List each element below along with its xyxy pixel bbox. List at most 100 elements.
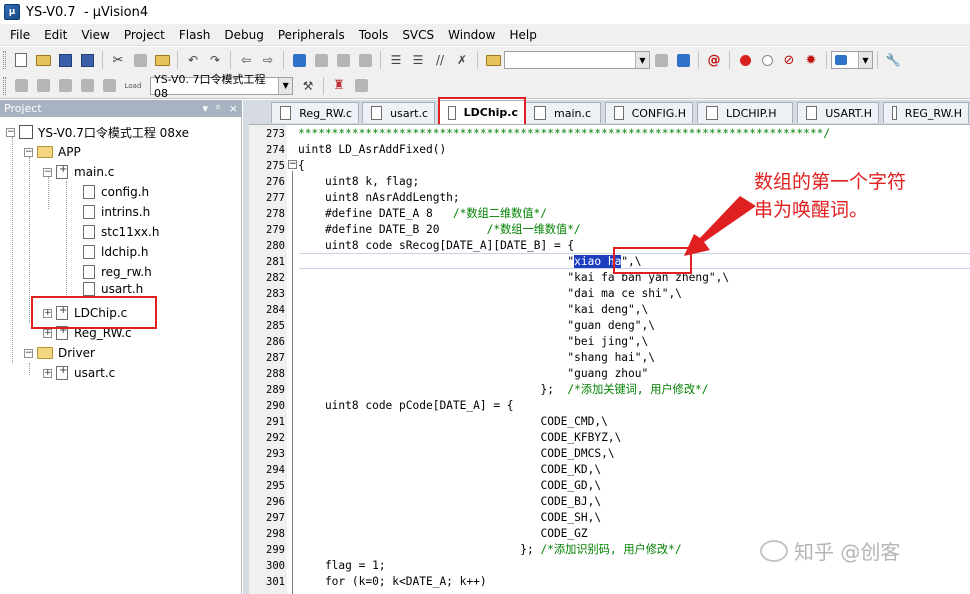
uncomment-button[interactable]: ✗ (453, 51, 471, 69)
tree-file-usart-c[interactable]: + usart.c (43, 363, 115, 383)
bookmark-prev-button[interactable] (312, 51, 330, 69)
collapse-icon[interactable]: − (6, 127, 15, 137)
pane-menu-icon[interactable]: ▾ (203, 102, 209, 115)
fold-collapse-icon[interactable]: − (288, 160, 297, 169)
code-line[interactable]: uint8 nAsrAddLength; (298, 190, 460, 206)
menu-tools[interactable]: Tools (353, 25, 397, 45)
toolbar-grip[interactable] (3, 76, 6, 95)
translate-button[interactable] (12, 77, 30, 95)
menu-window[interactable]: Window (442, 25, 503, 45)
start-debug-button[interactable]: @ (705, 51, 723, 69)
tree-file-reg-rw-h[interactable]: reg_rw.h (83, 262, 152, 282)
code-line[interactable]: CODE_SH,\ (298, 510, 601, 526)
code-line[interactable]: CODE_GD,\ (298, 478, 601, 494)
tree-file-usart-h[interactable]: usart.h (83, 282, 143, 296)
bookmark-next-button[interactable] (334, 51, 352, 69)
collapse-icon[interactable]: − (43, 167, 52, 177)
window-layout-combo[interactable]: ▼ (831, 51, 873, 69)
tree-group-driver[interactable]: − Driver (24, 343, 95, 363)
chevron-down-icon[interactable]: ▼ (635, 52, 649, 68)
code-line[interactable]: for (k=0; k<DATE_A; k++) (298, 574, 487, 590)
unindent-button[interactable]: ☰ (409, 51, 427, 69)
tree-file-intrins-h[interactable]: intrins.h (83, 202, 150, 222)
file-extensions-button[interactable] (352, 77, 370, 95)
pane-pin-icon[interactable]: ᵖ (216, 102, 221, 115)
code-line[interactable]: CODE_BJ,\ (298, 494, 601, 510)
menu-edit[interactable]: Edit (38, 25, 75, 45)
code-line[interactable]: "xiao ha",\ (298, 254, 642, 270)
code-line[interactable]: CODE_KFBYZ,\ (298, 430, 621, 446)
comment-button[interactable]: // (431, 51, 449, 69)
target-select[interactable]: YS-V0. 7口令模式工程 08 ▼ (150, 73, 293, 100)
save-all-button[interactable] (78, 51, 96, 69)
find-combo[interactable]: ▼ (504, 51, 650, 69)
pane-close-icon[interactable]: × (229, 102, 238, 115)
code-line[interactable]: uint8 k, flag; (298, 174, 419, 190)
tree-project-root[interactable]: − YS-V0.7口令模式工程 08xe (6, 122, 189, 142)
code-line[interactable]: "shang hai",\ (298, 350, 655, 366)
code-line[interactable]: CODE_KD,\ (298, 462, 601, 478)
menu-help[interactable]: Help (503, 25, 544, 45)
menu-project[interactable]: Project (118, 25, 173, 45)
code-line[interactable]: uint8 code sRecog[DATE_A][DATE_B] = { (298, 238, 574, 254)
nav-back-button[interactable]: ⇦ (237, 51, 255, 69)
paste-button[interactable] (153, 51, 171, 69)
tab-reg-rw-h[interactable]: REG_RW.H (883, 102, 969, 123)
redo-button[interactable]: ↷ (206, 51, 224, 69)
cut-button[interactable]: ✂ (109, 51, 127, 69)
rebuild-button[interactable] (56, 77, 74, 95)
menu-file[interactable]: File (4, 25, 38, 45)
expand-icon[interactable]: + (43, 368, 52, 378)
enable-breakpoint-button[interactable] (758, 51, 776, 69)
expand-icon[interactable]: + (43, 328, 52, 338)
code-line[interactable]: CODE_DMCS,\ (298, 446, 614, 462)
kill-all-breakpoints-button[interactable]: ✹ (802, 51, 820, 69)
new-file-button[interactable] (12, 51, 30, 69)
code-line[interactable]: uint8 LD_AsrAddFixed() (298, 142, 446, 158)
toolbar-grip[interactable] (3, 51, 6, 69)
configure-button[interactable]: 🔧 (884, 51, 902, 69)
code-line[interactable]: ****************************************… (298, 126, 830, 142)
tab-main-c[interactable]: main.c (525, 102, 601, 123)
indent-button[interactable]: ☰ (387, 51, 405, 69)
open-file-button[interactable] (34, 51, 52, 69)
collapse-icon[interactable]: − (24, 348, 33, 358)
code-line[interactable]: "dai ma ce shi",\ (298, 286, 682, 302)
menu-svcs[interactable]: SVCS (396, 25, 442, 45)
tree-file-stc11xx-h[interactable]: stc11xx.h (83, 222, 159, 242)
tab-usart-h[interactable]: USART.H (797, 102, 879, 123)
bookmark-clear-button[interactable] (356, 51, 374, 69)
code-line[interactable]: "bei jing",\ (298, 334, 648, 350)
code-line[interactable]: CODE_CMD,\ (298, 414, 607, 430)
menu-view[interactable]: View (75, 25, 117, 45)
code-line[interactable]: flag = 1; (298, 558, 386, 574)
download-button[interactable]: Load (122, 77, 144, 95)
tab-config-h[interactable]: CONFIG.H (605, 102, 693, 123)
code-line[interactable]: #define DATE_A 8 /*数组二维数值*/ (298, 206, 547, 222)
code-line[interactable]: "kai deng",\ (298, 302, 648, 318)
code-line[interactable]: { (298, 158, 305, 174)
code-line[interactable]: "guan deng",\ (298, 318, 655, 334)
code-line[interactable]: "guang zhou" (298, 366, 648, 382)
code-line[interactable]: }; /*添加识别码, 用户修改*/ (298, 542, 681, 558)
manage-components-button[interactable]: ♜ (330, 77, 348, 95)
find-in-files-button[interactable] (484, 51, 502, 69)
stop-build-button[interactable] (100, 77, 118, 95)
tab-usart-c[interactable]: usart.c (362, 102, 435, 123)
chevron-down-icon[interactable]: ▼ (278, 77, 292, 94)
menu-flash[interactable]: Flash (173, 25, 218, 45)
code-line[interactable]: #define DATE_B 20 /*数组一维数值*/ (298, 222, 581, 238)
undo-button[interactable]: ↶ (184, 51, 202, 69)
copy-button[interactable] (131, 51, 149, 69)
batch-build-button[interactable] (78, 77, 96, 95)
tree-group-app[interactable]: − APP (24, 142, 81, 162)
insert-breakpoint-button[interactable] (736, 51, 754, 69)
menu-debug[interactable]: Debug (218, 25, 271, 45)
disable-all-breakpoints-button[interactable]: ⊘ (780, 51, 798, 69)
tree-file-main-c[interactable]: − main.c (43, 162, 114, 182)
bookmark-toggle-button[interactable] (290, 51, 308, 69)
nav-forward-button[interactable]: ⇨ (259, 51, 277, 69)
menu-peripherals[interactable]: Peripherals (272, 25, 353, 45)
code-line[interactable]: CODE_GZ (298, 526, 587, 542)
chevron-down-icon[interactable]: ▼ (858, 52, 872, 68)
